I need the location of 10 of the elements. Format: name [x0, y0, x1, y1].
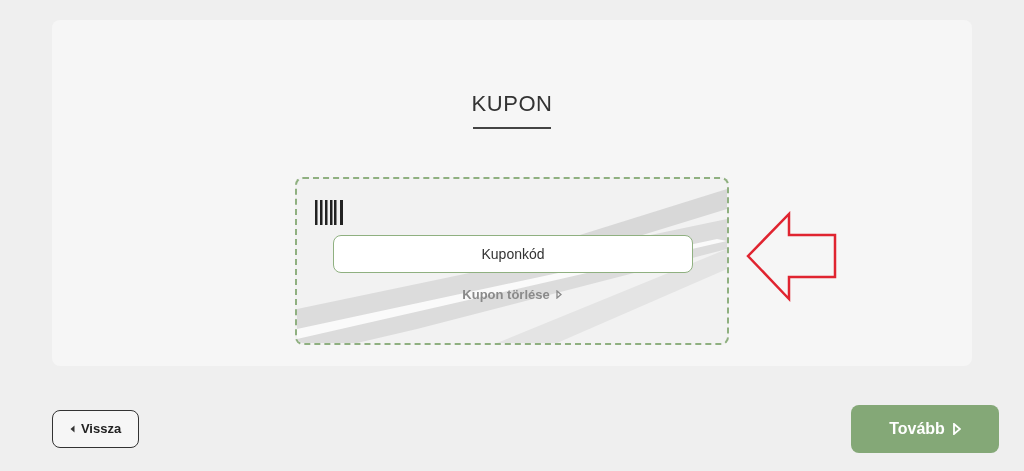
coupon-code-field[interactable]: Kuponkód: [333, 234, 693, 273]
clear-coupon-link[interactable]: Kupon törlése: [462, 284, 562, 304]
arrow-left-icon: [746, 210, 838, 303]
back-button[interactable]: Vissza: [52, 410, 139, 448]
caret-right-icon: [952, 423, 961, 435]
page-title: KUPON: [471, 90, 553, 118]
barcode-icon: [315, 199, 345, 225]
next-button[interactable]: Tovább: [851, 405, 999, 453]
caret-left-icon: [69, 425, 75, 433]
caret-right-icon: [555, 289, 562, 299]
